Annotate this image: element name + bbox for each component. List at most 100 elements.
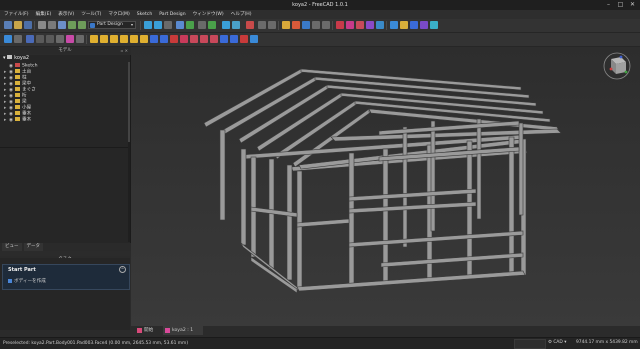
draw-style-icon[interactable] [164,21,172,29]
redo-icon[interactable] [78,21,86,29]
create-part-icon[interactable] [292,21,300,29]
multi-transform-icon[interactable] [250,35,258,43]
measure-icon[interactable] [208,21,216,29]
groove-icon[interactable] [170,35,178,43]
refresh-icon[interactable] [14,35,22,43]
pipe-icon[interactable] [120,35,128,43]
validate-sketch-icon[interactable] [366,21,374,29]
start-page-icon [137,328,142,333]
save-icon[interactable] [24,21,32,29]
python-icon[interactable] [268,21,276,29]
tree-item-folder[interactable]: ▸ ◉ 垂木 [4,117,31,123]
hole-icon[interactable] [160,35,168,43]
fit-selection-icon[interactable] [154,21,162,29]
tab-start[interactable]: 開始 [135,326,159,335]
macro-icon[interactable] [258,21,266,29]
additive-prim-icon[interactable] [140,35,148,43]
create-body-action[interactable]: ボディーを作成 [8,278,46,284]
menu-macro[interactable]: マクロ(M) [108,10,129,19]
zoom-icon[interactable] [222,21,230,29]
new-document-icon[interactable] [4,21,12,29]
std-view-icon[interactable] [198,21,206,29]
tool-a-icon[interactable] [26,35,34,43]
merge-sketch-icon[interactable] [376,21,384,29]
sub-helix-icon[interactable] [200,35,208,43]
revolve-icon[interactable] [100,35,108,43]
menu-window[interactable]: ウィンドウ(W) [193,10,224,19]
paste-icon[interactable] [58,21,66,29]
close-icon[interactable]: ✕ [629,1,636,8]
property-tabs: ビュー データ [0,243,132,251]
linear-pattern-icon[interactable] [230,35,238,43]
tree-scrollbar[interactable] [128,62,130,242]
text-icon[interactable] [312,21,320,29]
tool-f-icon[interactable] [76,35,84,43]
datum-line-icon[interactable] [400,21,408,29]
tab-data[interactable]: データ [23,243,43,251]
bounding-box-icon[interactable] [176,21,184,29]
navigation-cube[interactable] [602,51,632,81]
shape-binder-icon[interactable] [430,21,438,29]
tool-b-icon[interactable] [36,35,44,43]
collapse-icon[interactable]: ^ [119,266,126,273]
scrollbar-thumb[interactable] [128,62,130,142]
polar-pattern-icon[interactable] [240,35,248,43]
sketch-icon[interactable] [336,21,344,29]
document-icon [7,55,13,59]
link-icon[interactable] [246,21,254,29]
copy-icon[interactable] [48,21,56,29]
helix-icon[interactable] [130,35,138,43]
sub-loft-icon[interactable] [180,35,188,43]
undo-icon[interactable] [68,21,76,29]
minimize-icon[interactable]: – [605,1,612,8]
maximize-icon[interactable]: □ [617,1,624,8]
menu-part-design[interactable]: Part Design [159,10,185,19]
panel-controls-icon[interactable]: ▫ ✕ [121,47,128,54]
body-icon[interactable] [4,35,12,43]
house-frame-model [203,68,562,294]
main-toolbar: Part Design ▾ [0,19,640,33]
menu-sketch[interactable]: Sketch [137,10,152,19]
mirror-icon[interactable] [220,35,228,43]
group-icon[interactable] [302,21,310,29]
menu-help[interactable]: ヘルプ(H) [231,10,252,19]
start-part-title: Start Part [8,267,36,273]
local-cs-icon[interactable] [420,21,428,29]
tab-koya2[interactable]: koya2 : 1 [163,326,203,335]
datum-plane-icon[interactable] [410,21,418,29]
isometric-icon[interactable] [186,21,194,29]
body-icon [8,278,12,283]
3d-viewport[interactable] [131,47,640,330]
sub-prim-icon[interactable] [210,35,218,43]
loft-icon[interactable] [110,35,118,43]
braces-icon[interactable] [322,21,330,29]
menu-edit[interactable]: 編集(E) [36,10,52,19]
splitter[interactable] [0,147,128,148]
navigation-style[interactable]: ⚙ CAD ▾ [548,339,566,347]
sub-pipe-icon[interactable] [190,35,198,43]
workbench-selector[interactable]: Part Design ▾ [88,21,136,29]
folder-icon [15,69,20,73]
create-body-label: ボディーを作成 [14,279,46,284]
tool-d-icon[interactable] [56,35,64,43]
fit-all-icon[interactable] [144,21,152,29]
open-icon[interactable] [14,21,22,29]
folder-icon [15,99,20,103]
status-message: Preselected: koya2.Part.Body001.Pad003.F… [3,341,189,346]
pocket-icon[interactable] [150,35,158,43]
folder-icon [15,81,20,85]
pad-icon[interactable] [90,35,98,43]
tool-c-icon[interactable] [46,35,54,43]
tree-root[interactable]: ▾ koya2 [3,55,29,61]
view-front-icon[interactable] [232,21,240,29]
edit-sketch-icon[interactable] [356,21,364,29]
menu-view[interactable]: 表示(V) [58,10,74,19]
menu-file[interactable]: ファイル(F) [4,10,29,19]
tab-view[interactable]: ビュー [2,243,22,251]
tool-e-icon[interactable] [66,35,74,43]
attach-sketch-icon[interactable] [346,21,354,29]
datum-point-icon[interactable] [390,21,398,29]
create-body-icon[interactable] [282,21,290,29]
cut-icon[interactable] [38,21,46,29]
menu-tools[interactable]: ツール(T) [81,10,101,19]
